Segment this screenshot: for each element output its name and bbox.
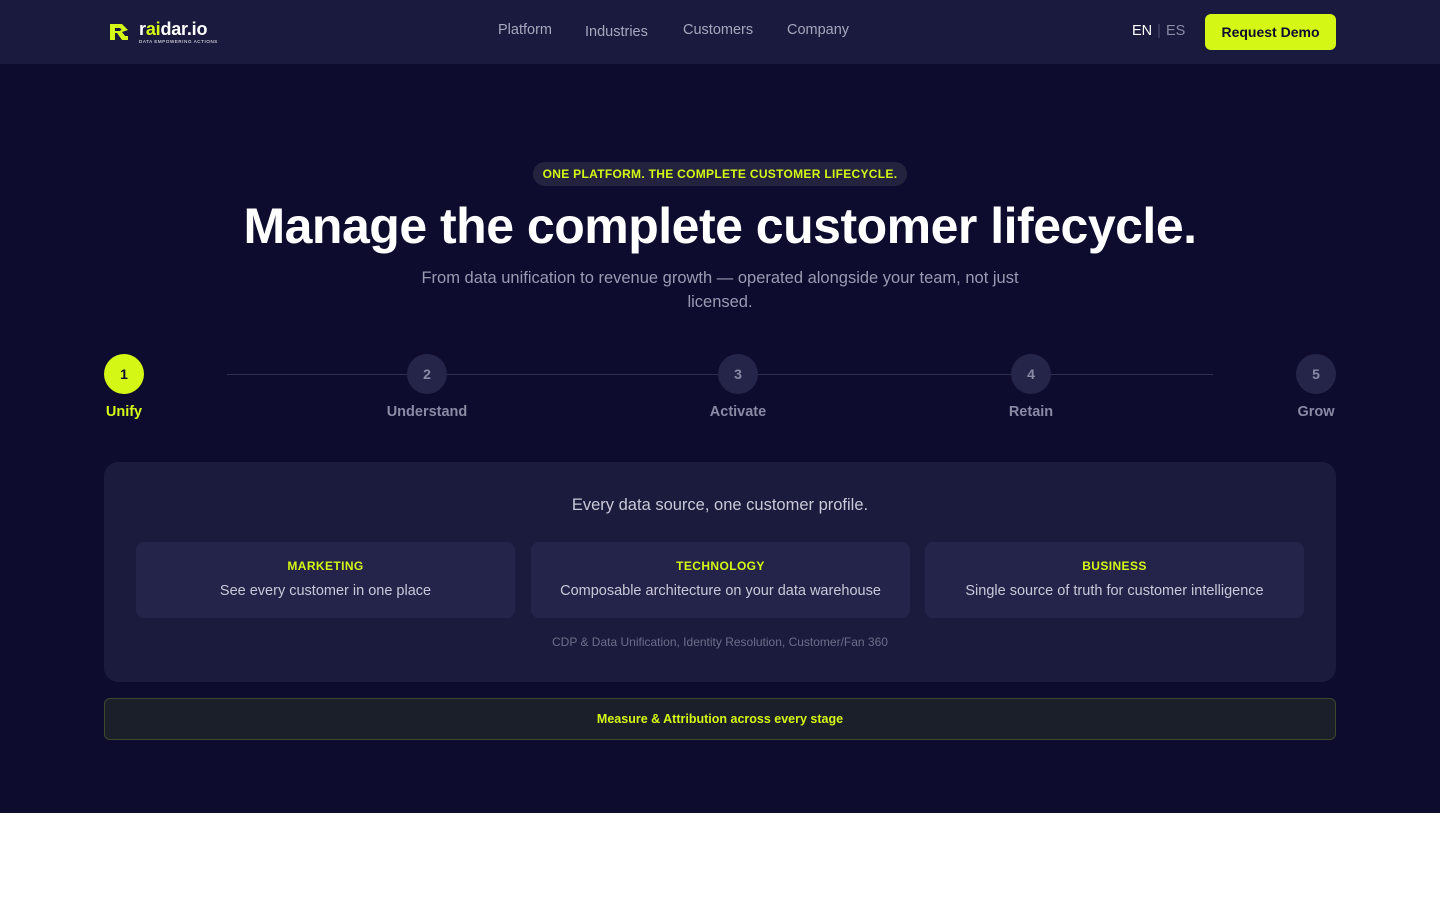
card-category: TECHNOLOGY bbox=[676, 559, 765, 573]
panel-title: Every data source, one customer profile. bbox=[571, 496, 869, 514]
step-retain[interactable]: 4 Retain bbox=[971, 354, 1091, 420]
step-label: Retain bbox=[1008, 404, 1054, 420]
card-description: Single source of truth for customer inte… bbox=[965, 583, 1264, 599]
card-category: MARKETING bbox=[287, 559, 364, 573]
hero-eyebrow-badge: ONE PLATFORM. THE COMPLETE CUSTOMER LIFE… bbox=[533, 162, 907, 186]
step-understand[interactable]: 2 Understand bbox=[367, 354, 487, 420]
lang-separator: | bbox=[1157, 23, 1161, 39]
card-marketing: MARKETING See every customer in one plac… bbox=[136, 542, 515, 618]
card-description: See every customer in one place bbox=[219, 583, 432, 599]
step-label: Activate bbox=[709, 404, 767, 420]
stage-detail-panel: Every data source, one customer profile.… bbox=[104, 462, 1336, 682]
step-number: 2 bbox=[407, 354, 447, 394]
step-grow[interactable]: 5 Grow bbox=[1256, 354, 1376, 420]
nav-item-industries[interactable]: Industries bbox=[585, 24, 648, 40]
nav-item-platform[interactable]: Platform bbox=[498, 22, 552, 38]
step-label: Understand bbox=[386, 404, 468, 420]
step-number: 4 bbox=[1011, 354, 1051, 394]
hero-subtitle: From data unification to revenue growth … bbox=[421, 269, 1019, 311]
panel-footnote: CDP & Data Unification, Identity Resolut… bbox=[552, 635, 888, 649]
step-unify[interactable]: 1 Unify bbox=[64, 354, 184, 420]
step-number: 1 bbox=[104, 354, 144, 394]
lang-es-option[interactable]: ES bbox=[1166, 23, 1185, 39]
measure-attribution-bar: Measure & Attribution across every stage bbox=[104, 698, 1336, 740]
language-switcher: EN | ES bbox=[1132, 23, 1185, 39]
card-description: Composable architecture on your data war… bbox=[560, 583, 881, 599]
site-header: raidar.io DATA EMPOWERING ACTIONS Platfo… bbox=[0, 0, 1440, 64]
page: raidar.io DATA EMPOWERING ACTIONS Platfo… bbox=[0, 0, 1440, 900]
card-business: BUSINESS Single source of truth for cust… bbox=[925, 542, 1304, 618]
nav-item-customers[interactable]: Customers bbox=[683, 22, 753, 38]
card-technology: TECHNOLOGY Composable architecture on yo… bbox=[531, 542, 910, 618]
step-activate[interactable]: 3 Activate bbox=[678, 354, 798, 420]
step-number: 5 bbox=[1296, 354, 1336, 394]
card-category: BUSINESS bbox=[1082, 559, 1147, 573]
request-demo-button[interactable]: Request Demo bbox=[1205, 14, 1336, 50]
step-label: Grow bbox=[1297, 404, 1335, 420]
nav-item-company[interactable]: Company bbox=[787, 22, 849, 38]
step-number: 3 bbox=[718, 354, 758, 394]
hero-title: Manage the complete customer lifecycle. bbox=[243, 198, 1197, 254]
step-label: Unify bbox=[105, 404, 143, 420]
lang-en-option[interactable]: EN bbox=[1132, 23, 1152, 39]
